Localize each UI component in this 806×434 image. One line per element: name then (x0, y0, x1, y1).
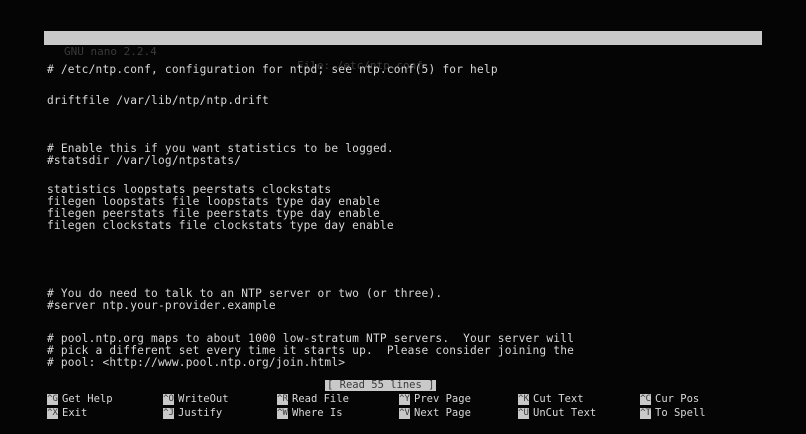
shortcut-label: Prev Page (414, 393, 471, 405)
shortcut-label: Exit (62, 407, 88, 419)
shortcut-to-spell[interactable]: ^T To Spell (640, 408, 706, 419)
editor-line[interactable]: #server ntp.your-provider.example (47, 300, 276, 312)
shortcut-label: Cur Pos (655, 393, 700, 405)
shortcut-prev-page[interactable]: ^Y Prev Page (399, 394, 471, 405)
shortcut-key: ^X (47, 408, 58, 419)
nano-version: GNU nano 2.2.4 (64, 45, 157, 58)
shortcut-get-help[interactable]: ^G Get Help (47, 394, 113, 405)
shortcut-label: Where Is (292, 407, 343, 419)
shortcut-key: ^T (640, 408, 651, 419)
shortcut-uncut-text[interactable]: ^U UnCut Text (518, 408, 596, 419)
shortcut-label: UnCut Text (533, 407, 597, 419)
status-message: [ Read 55 lines ] (325, 379, 437, 391)
shortcut-key: ^J (163, 408, 174, 419)
editor-line[interactable]: filegen clockstats file clockstats type … (47, 220, 394, 232)
editor-line[interactable]: driftfile /var/lib/ntp/ntp.drift (47, 95, 269, 107)
shortcut-label: Get Help (62, 393, 113, 405)
editor-line[interactable]: # pool: <http://www.pool.ntp.org/join.ht… (47, 357, 345, 369)
shortcut-label: Read File (292, 393, 349, 405)
shortcut-key: ^O (163, 394, 174, 405)
shortcut-read-file[interactable]: ^R Read File (277, 394, 349, 405)
shortcut-key: ^W (277, 408, 288, 419)
shortcut-label: Cut Text (533, 393, 584, 405)
shortcut-justify[interactable]: ^J Justify (163, 408, 222, 419)
shortcut-label: WriteOut (178, 393, 229, 405)
nano-title-bar: GNU nano 2.2.4 File: /etc/ntp.conf (44, 31, 762, 72)
shortcut-key: ^G (47, 394, 58, 405)
shortcut-where-is[interactable]: ^W Where Is (277, 408, 343, 419)
shortcut-exit[interactable]: ^X Exit (47, 408, 87, 419)
shortcut-label: Next Page (414, 407, 471, 419)
shortcut-key: ^Y (399, 394, 410, 405)
shortcut-label: Justify (178, 407, 223, 419)
shortcut-key: ^C (640, 394, 651, 405)
shortcut-cut-text[interactable]: ^K Cut Text (518, 394, 584, 405)
shortcut-label: To Spell (655, 407, 706, 419)
editor-line[interactable]: #statsdir /var/log/ntpstats/ (47, 155, 241, 167)
shortcut-writeout[interactable]: ^O WriteOut (163, 394, 229, 405)
shortcut-key: ^K (518, 394, 529, 405)
shortcut-cur-pos[interactable]: ^C Cur Pos (640, 394, 699, 405)
terminal-screen: GNU nano 2.2.4 File: /etc/ntp.conf # /et… (0, 0, 806, 434)
shortcut-key: ^R (277, 394, 288, 405)
editor-line[interactable]: # /etc/ntp.conf, configuration for ntpd;… (47, 64, 498, 76)
shortcut-next-page[interactable]: ^V Next Page (399, 408, 471, 419)
shortcut-key: ^V (399, 408, 410, 419)
shortcut-key: ^U (518, 408, 529, 419)
